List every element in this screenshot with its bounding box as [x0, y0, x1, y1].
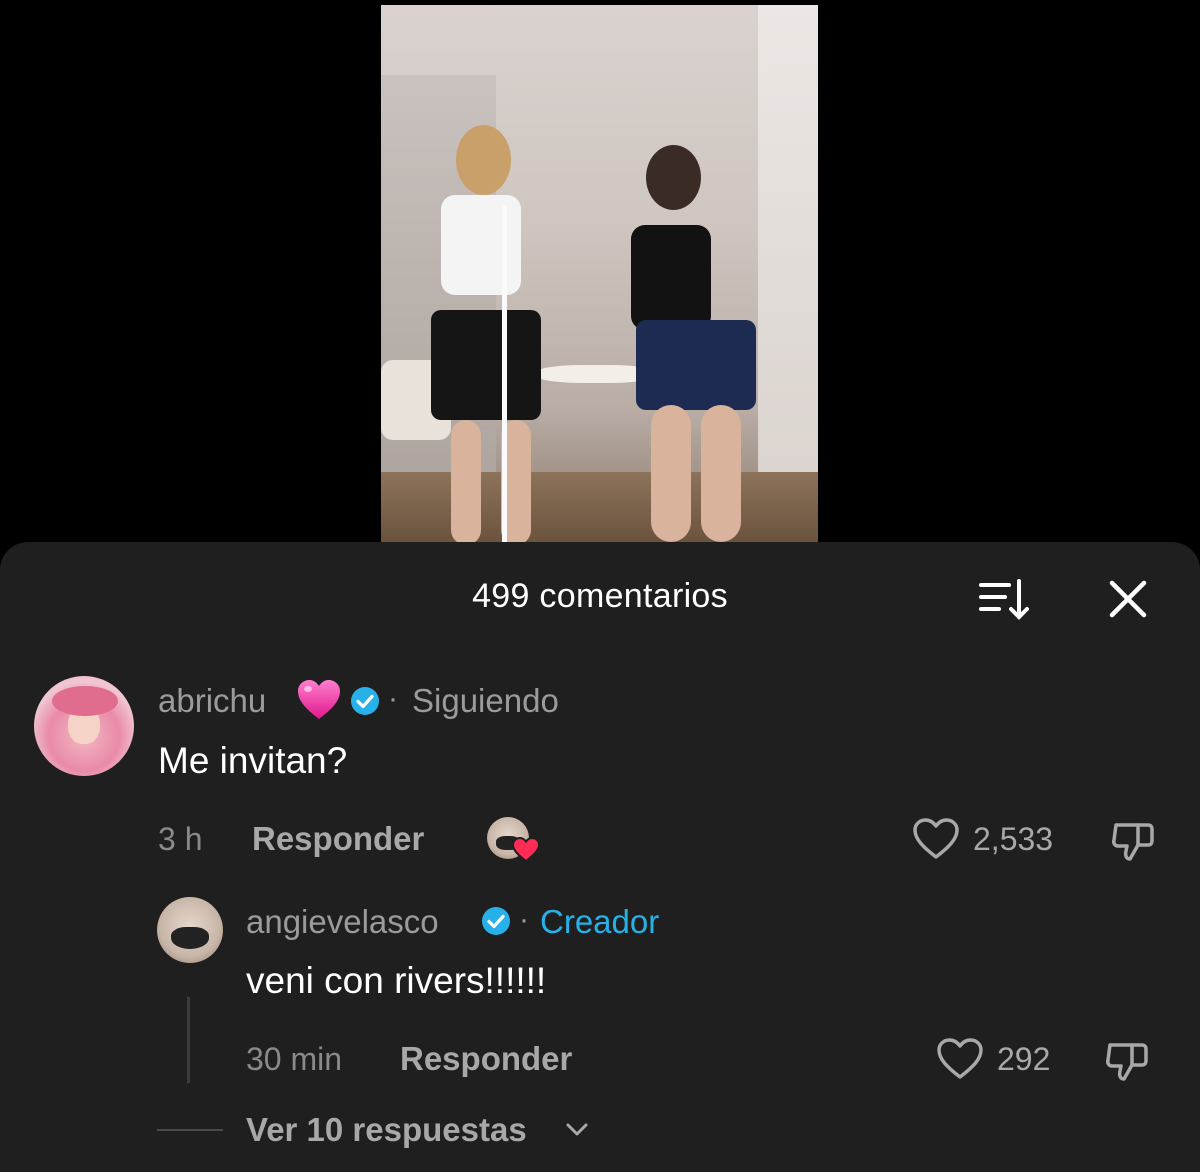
- thumbs-down-icon[interactable]: [1104, 1037, 1150, 1083]
- heart-outline-icon[interactable]: [936, 1037, 984, 1081]
- following-label: Siguiendo: [412, 682, 559, 719]
- video-player[interactable]: [381, 5, 818, 542]
- close-icon: [1109, 580, 1147, 618]
- verified-badge-icon: [482, 907, 510, 935]
- video-frame-person: [416, 125, 571, 542]
- view-replies-button[interactable]: Ver 10 respuestas: [246, 1111, 527, 1149]
- replies-divider: [157, 1129, 223, 1131]
- close-button[interactable]: [1104, 575, 1152, 623]
- comment-text: Me invitan?: [158, 740, 348, 781]
- thumbs-down-icon[interactable]: [1110, 817, 1156, 863]
- comments-sheet: 499 comentarios abrichu · Siguiendo Me i…: [0, 542, 1200, 1172]
- pink-heart-emoji: [298, 680, 340, 719]
- avatar[interactable]: [157, 897, 223, 963]
- sort-button[interactable]: [975, 575, 1033, 623]
- chevron-down-icon[interactable]: [564, 1118, 590, 1140]
- comment-timestamp: 3 h: [158, 821, 203, 857]
- like-count: 292: [997, 1041, 1051, 1077]
- verified-badge-icon: [351, 687, 379, 715]
- comment-text: veni con rivers!!!!!!: [246, 960, 547, 1001]
- thread-line: [187, 997, 190, 1083]
- comment-timestamp: 30 min: [246, 1041, 343, 1077]
- comment-username[interactable]: abrichu: [158, 682, 266, 720]
- creator-label: Creador: [540, 903, 660, 940]
- sort-icon: [979, 579, 1029, 620]
- like-count: 2,533: [973, 821, 1054, 857]
- avatar[interactable]: [34, 676, 134, 776]
- reply-button[interactable]: Responder: [252, 820, 424, 858]
- creator-heart-icon: [512, 837, 540, 863]
- separator-dot: ·: [519, 903, 529, 936]
- video-frame-person: [606, 145, 781, 542]
- comment-username[interactable]: angievelasco: [246, 903, 439, 941]
- heart-outline-icon[interactable]: [912, 817, 960, 861]
- separator-dot: ·: [388, 682, 398, 715]
- reply-button[interactable]: Responder: [400, 1040, 572, 1078]
